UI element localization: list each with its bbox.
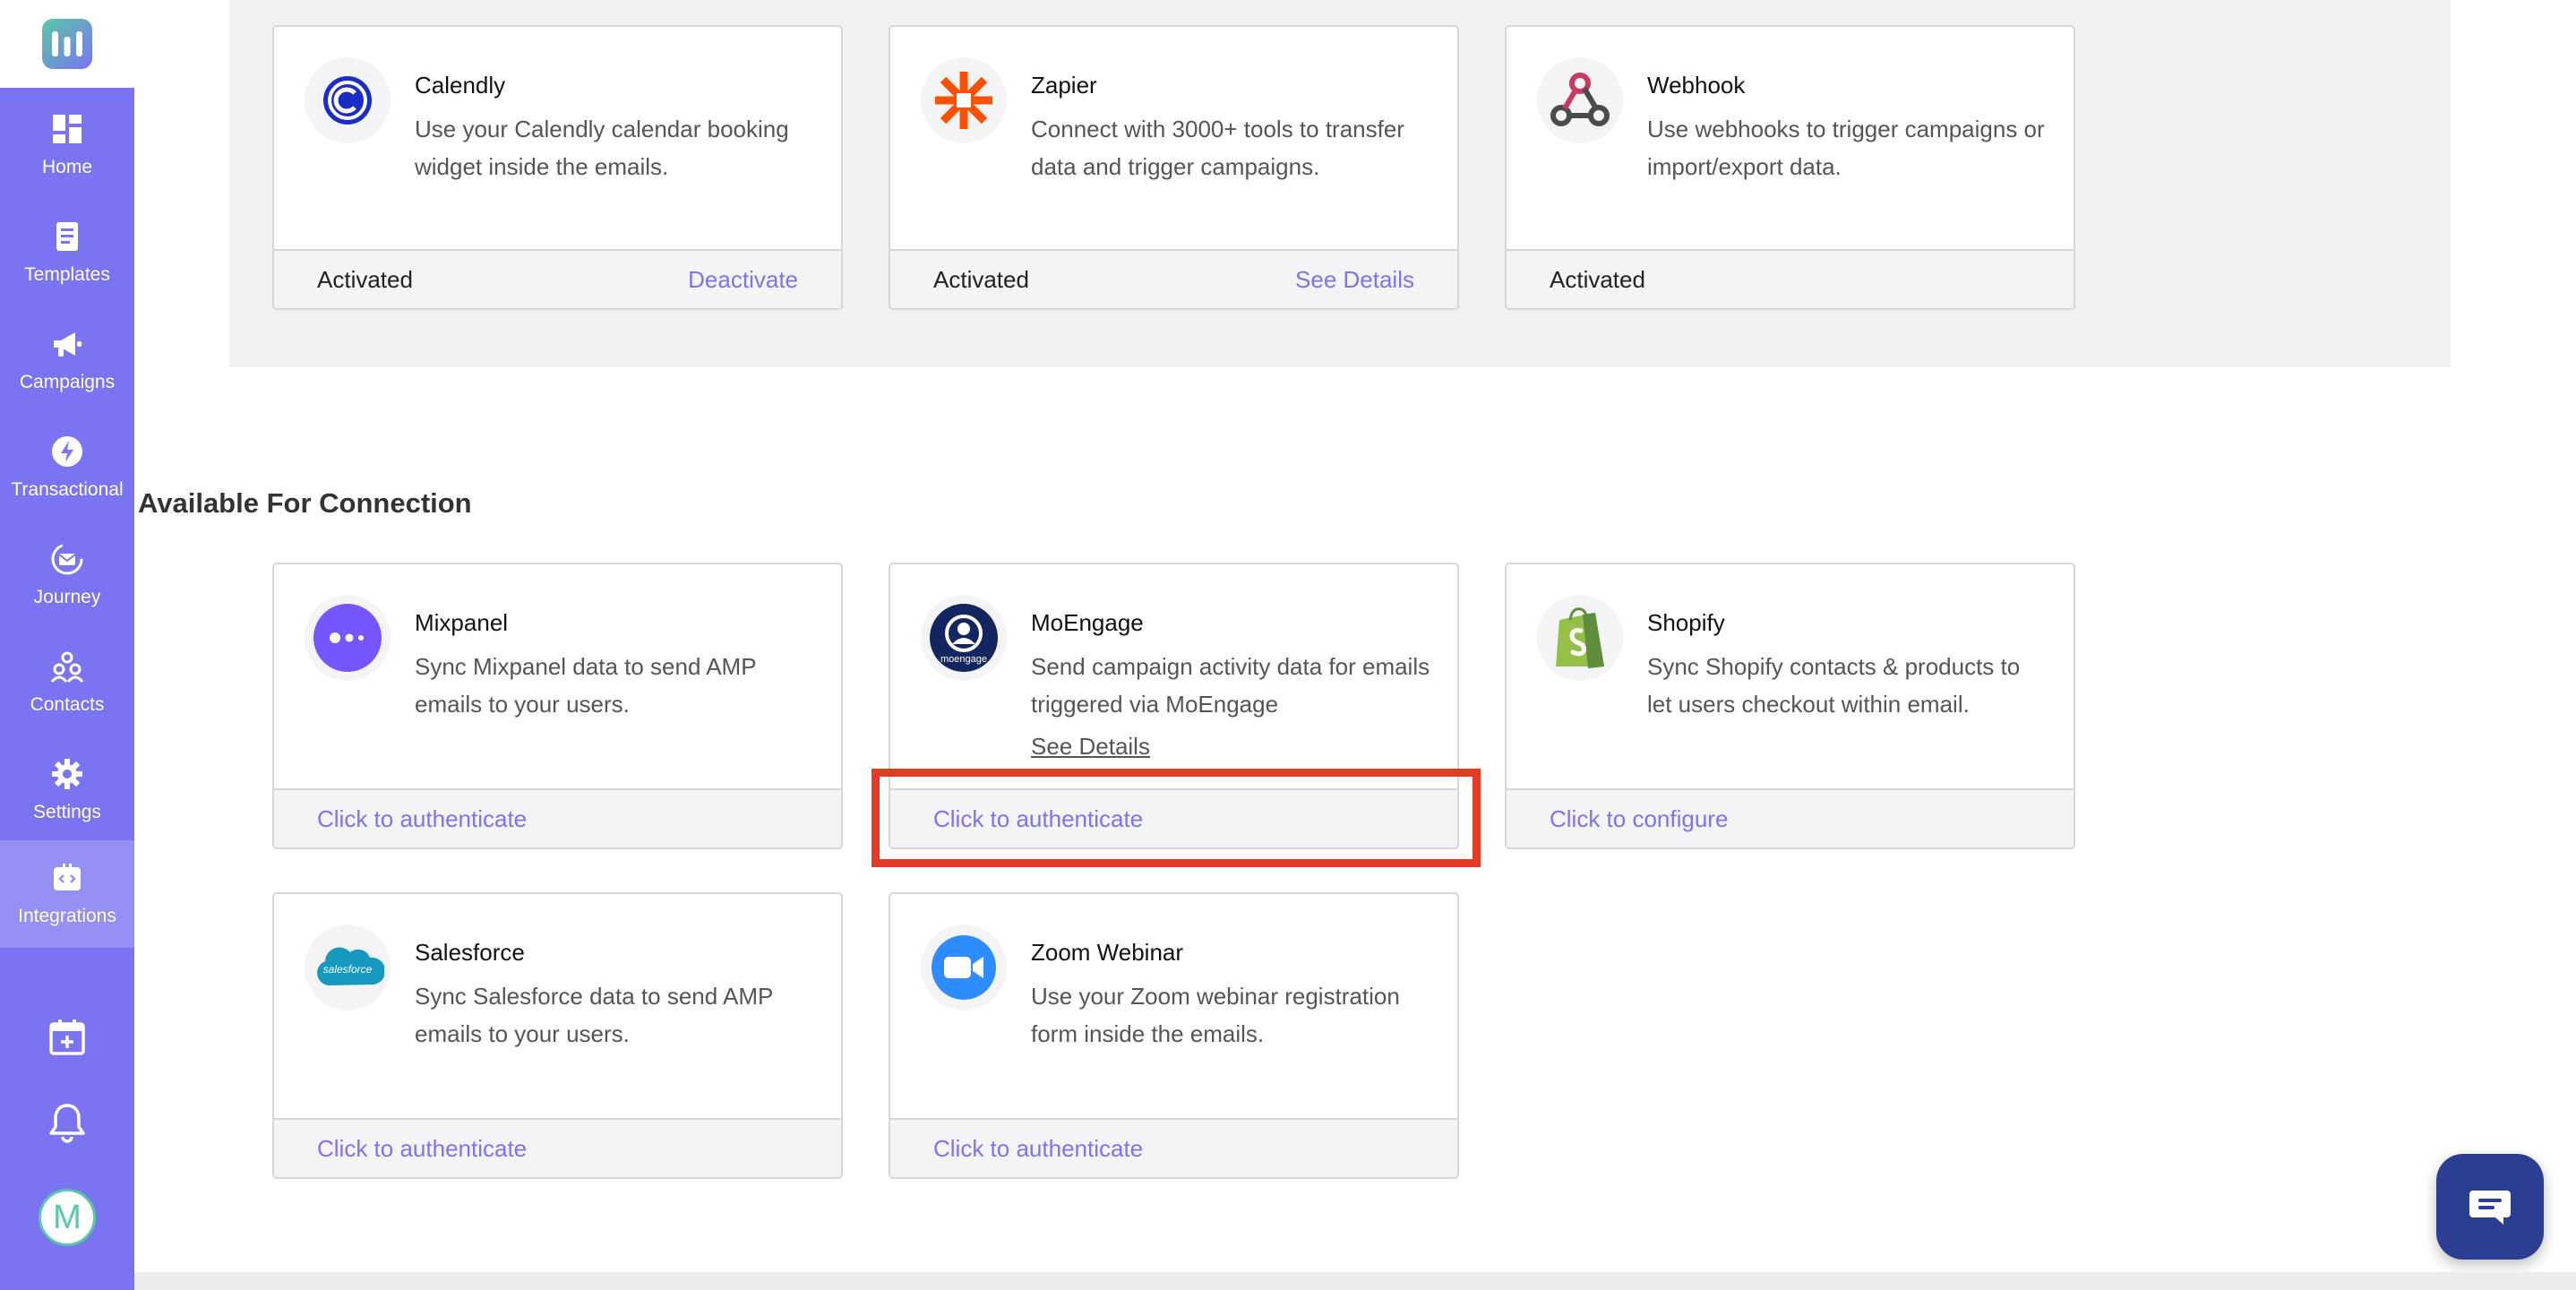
nav-contacts[interactable]: Contacts (0, 629, 134, 736)
integration-card-calendly: Calendly Use your Calendly calendar book… (272, 25, 843, 310)
salesforce-icon: salesforce (305, 924, 391, 1010)
card-footer[interactable]: Click to authenticate (274, 788, 841, 847)
integration-description: Sync Mixpanel data to send AMP emails to… (415, 653, 757, 718)
integration-card-zapier: Zapier Connect with 3000+ tools to trans… (889, 25, 1459, 310)
bell-icon (49, 1104, 85, 1143)
avatar: M (39, 1189, 96, 1246)
mixpanel-icon (305, 595, 391, 681)
configure-link[interactable]: Click to configure (1550, 805, 1728, 833)
integration-description: Sync Shopify contacts & products to let … (1647, 653, 2021, 718)
nav-label: Integrations (18, 906, 116, 926)
integration-card-salesforce: salesforce Salesforce Sync Salesforce da… (272, 892, 843, 1179)
shopify-icon (1537, 595, 1623, 681)
dashboard-icon (53, 115, 82, 143)
card-footer: Activated See Details (890, 249, 1457, 308)
integration-name: Zapier (1031, 72, 1097, 99)
app-logo-icon (42, 19, 92, 69)
card-footer[interactable]: Click to authenticate (274, 1118, 841, 1177)
nav-label: Settings (33, 802, 101, 822)
integration-name: Webhook (1647, 72, 1746, 99)
card-footer[interactable]: Click to configure (1507, 788, 2074, 847)
integration-card-zoom-webinar: Zoom Webinar Use your Zoom webinar regis… (889, 892, 1459, 1179)
nav-label: Campaigns (19, 372, 116, 392)
integration-description: Use your Calendly calendar booking widge… (415, 116, 789, 180)
nav-settings[interactable]: Settings (0, 736, 134, 844)
deactivate-link[interactable]: Deactivate (688, 266, 798, 294)
authenticate-link[interactable]: Click to authenticate (317, 1135, 527, 1163)
integration-name: Shopify (1647, 609, 1725, 636)
status-label: Activated (1550, 265, 1645, 293)
code-icon (54, 864, 81, 890)
integration-description: Use your Zoom webinar registration form … (1031, 983, 1400, 1047)
sidebar: Home Templates Campaigns Transactional J… (0, 0, 134, 1290)
integration-description: Use webhooks to trigger campaigns or imp… (1647, 116, 2045, 180)
status-label: Activated (933, 265, 1029, 293)
integration-card-moengage: moengage MoEngage Send campaign activity… (889, 563, 1459, 849)
chat-support-button[interactable] (2436, 1154, 2544, 1260)
card-footer: Activated (1507, 249, 2074, 308)
integration-name: Salesforce (415, 939, 525, 966)
integration-description: Send campaign activity data for emails t… (1031, 653, 1430, 718)
integration-name: Zoom Webinar (1031, 939, 1184, 966)
integration-name: Mixpanel (415, 609, 509, 636)
section-title: Available For Connection (138, 487, 472, 519)
integration-description: Sync Salesforce data to send AMP emails … (415, 983, 773, 1047)
authenticate-link[interactable]: Click to authenticate (933, 805, 1143, 833)
bolt-icon (52, 436, 82, 467)
bottom-scroll-strip (134, 1272, 2576, 1290)
calendar-add-button[interactable] (0, 1018, 134, 1057)
integration-card-webhook: Webhook Use webhooks to trigger campaign… (1505, 25, 2075, 310)
calendar-add-icon (49, 1019, 85, 1055)
notifications-button[interactable] (0, 1102, 134, 1143)
nav-label: Contacts (30, 694, 105, 715)
integration-card-shopify: Shopify Sync Shopify contacts & products… (1505, 563, 2075, 849)
journey-mail-icon (51, 543, 83, 575)
zapier-icon (921, 57, 1007, 143)
nav-label: Home (41, 157, 93, 177)
nav-templates[interactable]: Templates (0, 199, 134, 306)
moengage-logo-text: moengage (940, 654, 987, 665)
calendly-icon (305, 57, 391, 143)
integration-name: Calendly (415, 72, 506, 99)
card-footer[interactable]: Click to authenticate (890, 1118, 1457, 1177)
nav-home[interactable]: Home (0, 91, 134, 199)
see-details-link[interactable]: See Details (1031, 733, 1150, 761)
status-label: Activated (317, 265, 413, 293)
moengage-icon: moengage (921, 595, 1007, 681)
app-logo[interactable] (0, 0, 134, 88)
authenticate-link[interactable]: Click to authenticate (317, 805, 527, 833)
chat-icon (2469, 1191, 2511, 1225)
nav-campaigns[interactable]: Campaigns (0, 306, 134, 414)
see-details-link[interactable]: See Details (1295, 266, 1414, 294)
nav-transactional[interactable]: Transactional (0, 414, 134, 521)
megaphone-icon (54, 332, 82, 357)
integration-card-mixpanel: Mixpanel Sync Mixpanel data to send AMP … (272, 563, 843, 849)
nav-label: Templates (24, 264, 110, 285)
nav-label: Transactional (11, 479, 124, 500)
nav-journey[interactable]: Journey (0, 521, 134, 629)
card-footer[interactable]: Click to authenticate (890, 788, 1457, 847)
zoom-icon (921, 924, 1007, 1010)
integration-description: Connect with 3000+ tools to transfer dat… (1031, 116, 1404, 180)
card-footer: Activated Deactivate (274, 249, 841, 308)
user-avatar[interactable]: M (0, 1189, 134, 1246)
integration-name: MoEngage (1031, 609, 1144, 636)
nav-label: Journey (33, 587, 101, 607)
nav-integrations[interactable]: Integrations (0, 840, 134, 948)
people-icon (50, 651, 84, 683)
webhook-icon (1537, 57, 1623, 143)
gear-icon (52, 759, 82, 789)
document-icon (56, 222, 78, 251)
salesforce-logo-text: salesforce (323, 963, 373, 976)
authenticate-link[interactable]: Click to authenticate (933, 1135, 1143, 1163)
